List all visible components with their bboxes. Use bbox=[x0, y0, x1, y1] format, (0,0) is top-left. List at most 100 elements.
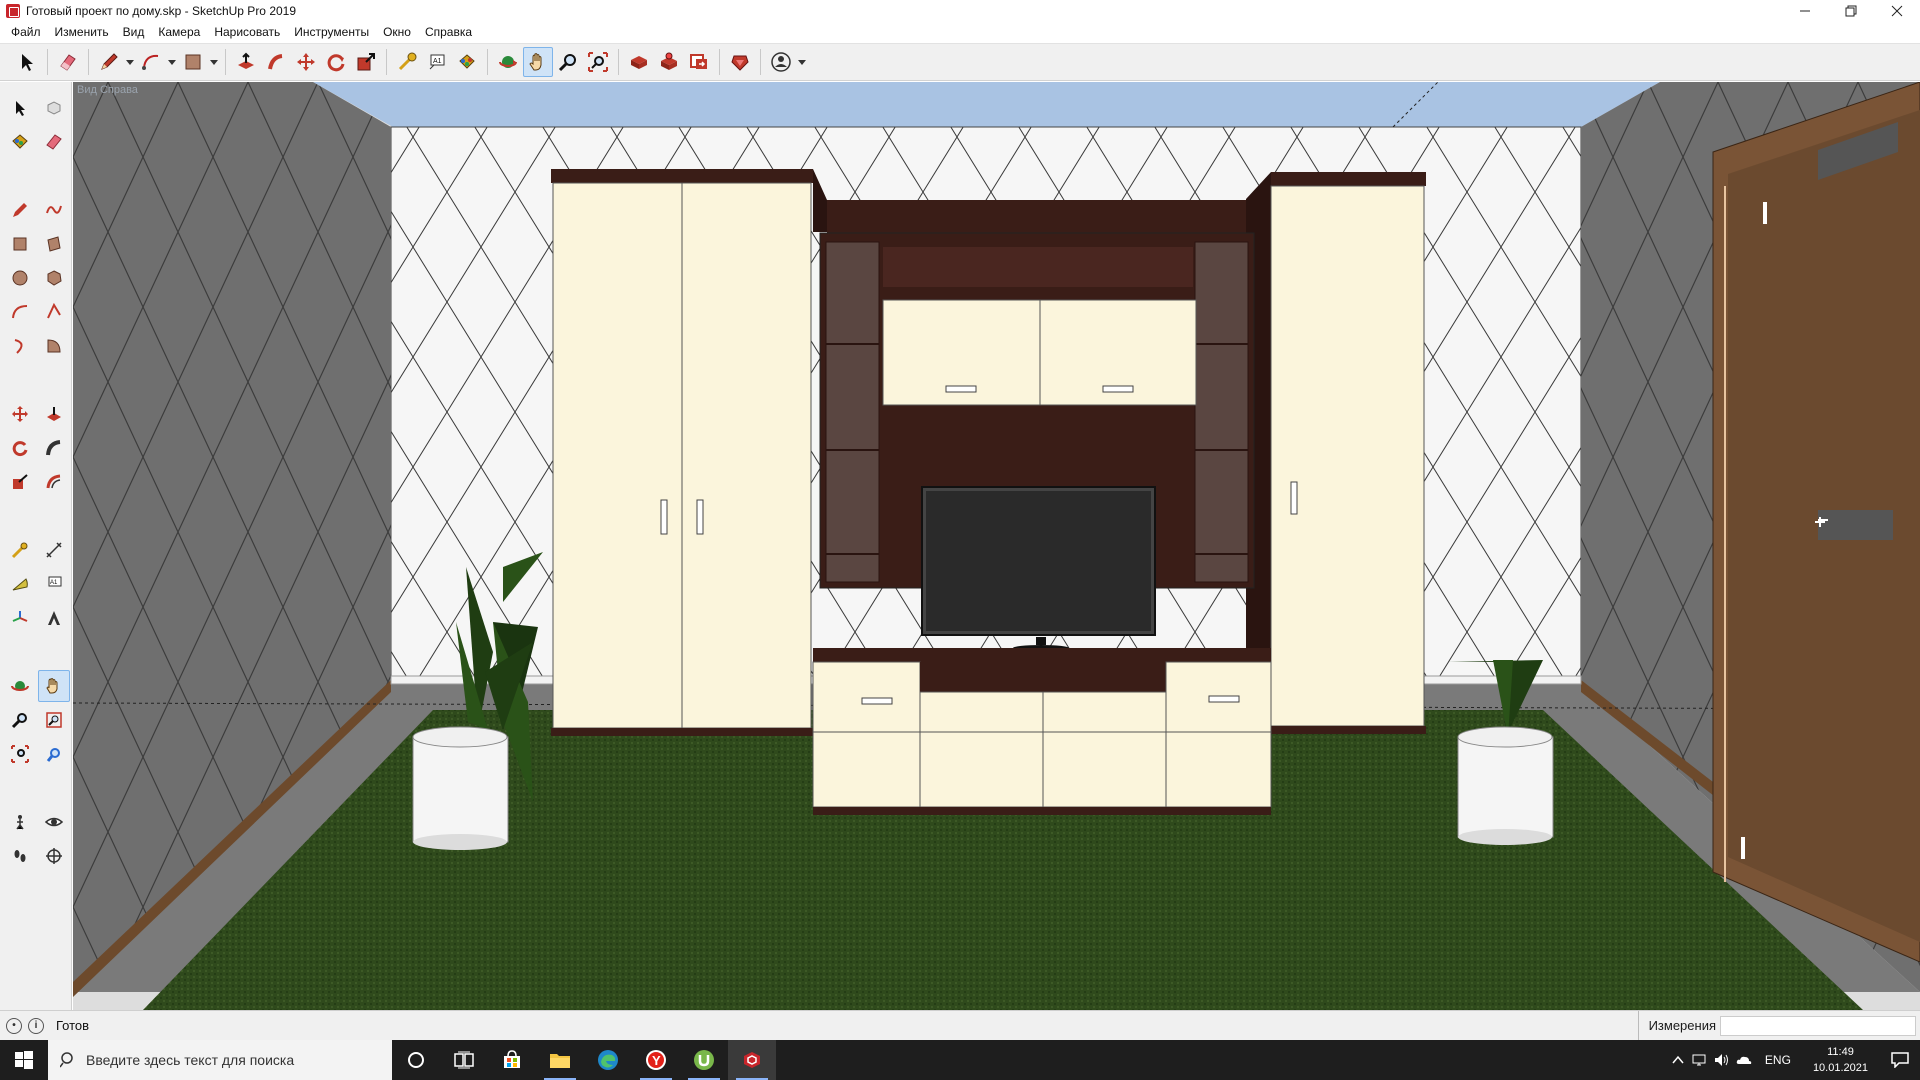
cortana-button[interactable] bbox=[392, 1040, 440, 1080]
orbit-tool-button[interactable] bbox=[4, 670, 36, 702]
follow-me-tool-button[interactable] bbox=[261, 47, 291, 77]
menu-file[interactable]: Файл bbox=[4, 22, 48, 43]
tv-unit[interactable] bbox=[812, 169, 1272, 815]
extension-manager-button[interactable] bbox=[725, 47, 755, 77]
menu-camera[interactable]: Камера bbox=[151, 22, 207, 43]
paint-bucket-tool-button[interactable] bbox=[452, 47, 482, 77]
notifications-button[interactable] bbox=[1880, 1040, 1920, 1080]
scale-tool-button[interactable] bbox=[351, 47, 381, 77]
move-tool-button[interactable] bbox=[4, 398, 36, 430]
scale-tool-button[interactable] bbox=[4, 466, 36, 498]
eraser-tool-button[interactable] bbox=[53, 47, 83, 77]
microsoft-store-button[interactable] bbox=[488, 1040, 536, 1080]
menu-draw[interactable]: Нарисовать bbox=[207, 22, 287, 43]
minimize-button[interactable] bbox=[1782, 0, 1828, 22]
rectangle-tool-button[interactable] bbox=[178, 47, 208, 77]
edge-button[interactable] bbox=[584, 1040, 632, 1080]
dimension-tool-button[interactable] bbox=[38, 534, 70, 566]
offset-tool-button[interactable] bbox=[38, 466, 70, 498]
rotate-icon bbox=[12, 441, 28, 457]
layout-button[interactable] bbox=[684, 47, 714, 77]
utorrent-button[interactable] bbox=[680, 1040, 728, 1080]
taskbar-search[interactable]: Введите здесь текст для поиска bbox=[48, 1040, 392, 1080]
menu-window[interactable]: Окно bbox=[376, 22, 418, 43]
polygon-tool-button[interactable] bbox=[38, 262, 70, 294]
menu-tools[interactable]: Инструменты bbox=[287, 22, 376, 43]
line-tool-button[interactable] bbox=[4, 194, 36, 226]
arc-dropdown[interactable] bbox=[166, 47, 178, 77]
pan-tool-button[interactable] bbox=[523, 47, 553, 77]
file-explorer-button[interactable] bbox=[536, 1040, 584, 1080]
tray-expand-button[interactable] bbox=[1667, 1040, 1689, 1080]
left-wardrobe[interactable] bbox=[551, 169, 813, 736]
3-point-arc-tool-button[interactable] bbox=[4, 330, 36, 362]
geolocation-icon[interactable]: • bbox=[6, 1017, 22, 1034]
make-component-button[interactable] bbox=[38, 92, 70, 124]
3d-warehouse-button[interactable] bbox=[624, 47, 654, 77]
yandex-browser-button[interactable]: Y bbox=[632, 1040, 680, 1080]
network-button[interactable] bbox=[1689, 1040, 1711, 1080]
rotate-tool-button[interactable] bbox=[4, 432, 36, 464]
axes-tool-button[interactable] bbox=[4, 602, 36, 634]
move-tool-button[interactable] bbox=[291, 47, 321, 77]
model-viewport[interactable]: Вид Справа bbox=[73, 82, 1920, 1010]
zoom-extents-tool-button[interactable] bbox=[4, 738, 36, 770]
room-scene[interactable] bbox=[73, 82, 1920, 1010]
select-tool-button[interactable] bbox=[12, 47, 42, 77]
tape-measure-tool-button[interactable] bbox=[392, 47, 422, 77]
walk-tool-button[interactable] bbox=[4, 840, 36, 872]
menu-help[interactable]: Справка bbox=[418, 22, 479, 43]
menu-edit[interactable]: Изменить bbox=[48, 22, 116, 43]
zoom-tool-button[interactable] bbox=[553, 47, 583, 77]
rotate-tool-button[interactable] bbox=[321, 47, 351, 77]
pie-tool-button[interactable] bbox=[38, 330, 70, 362]
account-dropdown[interactable] bbox=[796, 47, 808, 77]
position-camera-button[interactable] bbox=[4, 806, 36, 838]
arc-tool-button[interactable] bbox=[136, 47, 166, 77]
paint-bucket-tool-button[interactable] bbox=[4, 126, 36, 158]
sketchup-taskbar-button[interactable] bbox=[728, 1040, 776, 1080]
measurements-input[interactable] bbox=[1720, 1016, 1916, 1036]
previous-view-button[interactable] bbox=[38, 738, 70, 770]
rectangle-tool-button[interactable] bbox=[4, 228, 36, 260]
pencil-dropdown[interactable] bbox=[124, 47, 136, 77]
zoom-window-tool-button[interactable] bbox=[38, 704, 70, 736]
close-button[interactable] bbox=[1874, 0, 1920, 22]
eraser-tool-button[interactable] bbox=[38, 126, 70, 158]
3d-text-tool-button[interactable] bbox=[38, 602, 70, 634]
start-button[interactable] bbox=[0, 1040, 48, 1080]
volume-button[interactable] bbox=[1711, 1040, 1733, 1080]
push-pull-tool-button[interactable] bbox=[38, 398, 70, 430]
push-pull-tool-button[interactable] bbox=[231, 47, 261, 77]
text-tool-button[interactable]: A1 bbox=[422, 47, 452, 77]
pencil-tool-button[interactable] bbox=[94, 47, 124, 77]
select-tool-button[interactable] bbox=[4, 92, 36, 124]
task-view-button[interactable] bbox=[440, 1040, 488, 1080]
zoom-extents-tool-button[interactable] bbox=[583, 47, 613, 77]
restore-button[interactable] bbox=[1828, 0, 1874, 22]
info-icon[interactable]: i bbox=[28, 1017, 44, 1034]
tape-measure-tool-button[interactable] bbox=[4, 534, 36, 566]
protractor-tool-button[interactable] bbox=[4, 568, 36, 600]
door[interactable] bbox=[1712, 82, 1920, 963]
orbit-tool-button[interactable] bbox=[493, 47, 523, 77]
menu-view[interactable]: Вид bbox=[116, 22, 152, 43]
clock[interactable]: 11:49 10.01.2021 bbox=[1813, 1044, 1868, 1076]
pan-tool-button[interactable] bbox=[38, 670, 70, 702]
right-wardrobe[interactable] bbox=[1246, 172, 1426, 734]
follow-me-tool-button[interactable] bbox=[38, 432, 70, 464]
zoom-tool-button[interactable] bbox=[4, 704, 36, 736]
2-point-arc-tool-button[interactable] bbox=[38, 296, 70, 328]
rectangle-dropdown[interactable] bbox=[208, 47, 220, 77]
arc-tool-button[interactable] bbox=[4, 296, 36, 328]
circle-tool-button[interactable] bbox=[4, 262, 36, 294]
account-button[interactable] bbox=[766, 47, 796, 77]
freehand-tool-button[interactable] bbox=[38, 194, 70, 226]
language-indicator[interactable]: ENG bbox=[1765, 1053, 1791, 1067]
section-plane-button[interactable] bbox=[38, 840, 70, 872]
extension-warehouse-button[interactable] bbox=[654, 47, 684, 77]
weather-button[interactable] bbox=[1733, 1040, 1755, 1080]
text-tool-button[interactable]: A1 bbox=[38, 568, 70, 600]
look-around-button[interactable] bbox=[38, 806, 70, 838]
rotated-rectangle-tool-button[interactable] bbox=[38, 228, 70, 260]
